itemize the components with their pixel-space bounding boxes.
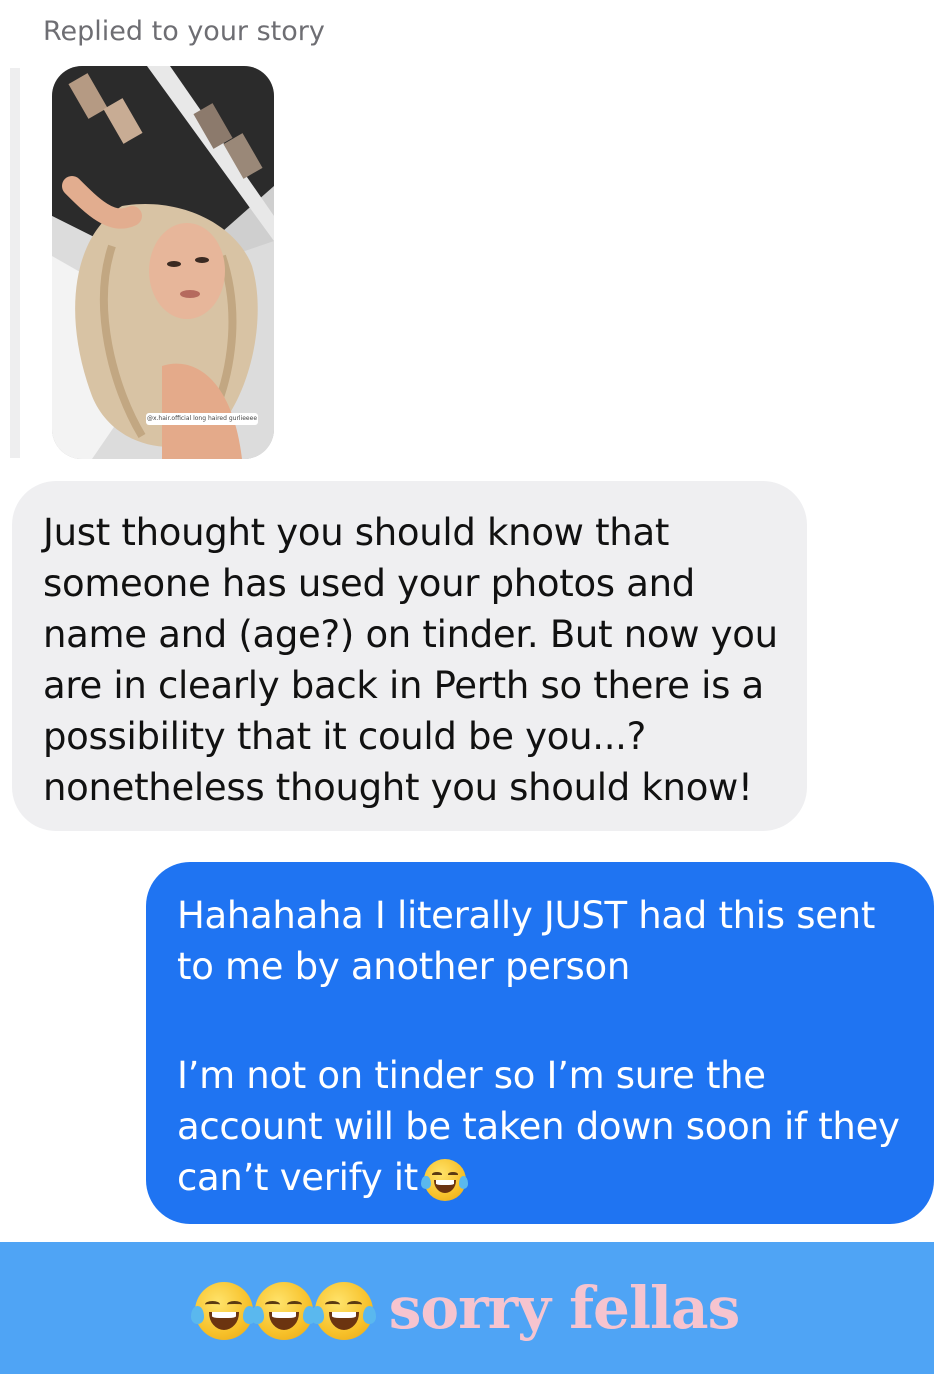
- footer-caption: sorry fellas: [388, 1274, 740, 1342]
- sent-message-bubble: Hahahaha I literally JUST had this sent …: [146, 862, 934, 1224]
- received-message-line: name and (age?) on tinder. But now you: [43, 613, 778, 656]
- tears-of-joy-emoji-icon: [251, 1282, 317, 1340]
- story-thumbnail[interactable]: @x.hair.official long haired gurlieeee: [52, 66, 274, 459]
- tears-of-joy-emoji-icon: [191, 1282, 257, 1340]
- reply-indicator-bar: [10, 68, 20, 458]
- tears-of-joy-emoji-icon: [421, 1158, 469, 1201]
- sent-message-line: Hahahaha I literally JUST had this sent: [177, 894, 876, 937]
- received-message-line: someone has used your photos and: [43, 562, 695, 605]
- replied-to-story-label: Replied to your story: [43, 16, 325, 47]
- received-message-line: nonetheless thought you should know!: [43, 766, 753, 809]
- footer-emoji-group: [191, 1282, 377, 1340]
- story-caption: @x.hair.official long haired gurlieeee: [146, 413, 258, 425]
- sent-message-line-last: can’t verify it: [177, 1152, 914, 1203]
- sent-message-line: can’t verify it: [177, 1156, 418, 1199]
- tears-of-joy-emoji-icon: [311, 1282, 377, 1340]
- received-message-line: are in clearly back in Perth so there is…: [43, 664, 764, 707]
- received-message-line: Just thought you should know that: [43, 511, 670, 554]
- received-message-line: possibility that it could be you...?: [43, 715, 646, 758]
- footer-banner: sorry fellas: [0, 1242, 934, 1374]
- story-photo: [52, 66, 274, 459]
- sent-message-line: account will be taken down soon if they: [177, 1105, 900, 1148]
- sent-message-line: I’m not on tinder so I’m sure the: [177, 1054, 766, 1097]
- received-message-bubble: Just thought you should know that someon…: [12, 481, 807, 831]
- sent-message-line: to me by another person: [177, 945, 630, 988]
